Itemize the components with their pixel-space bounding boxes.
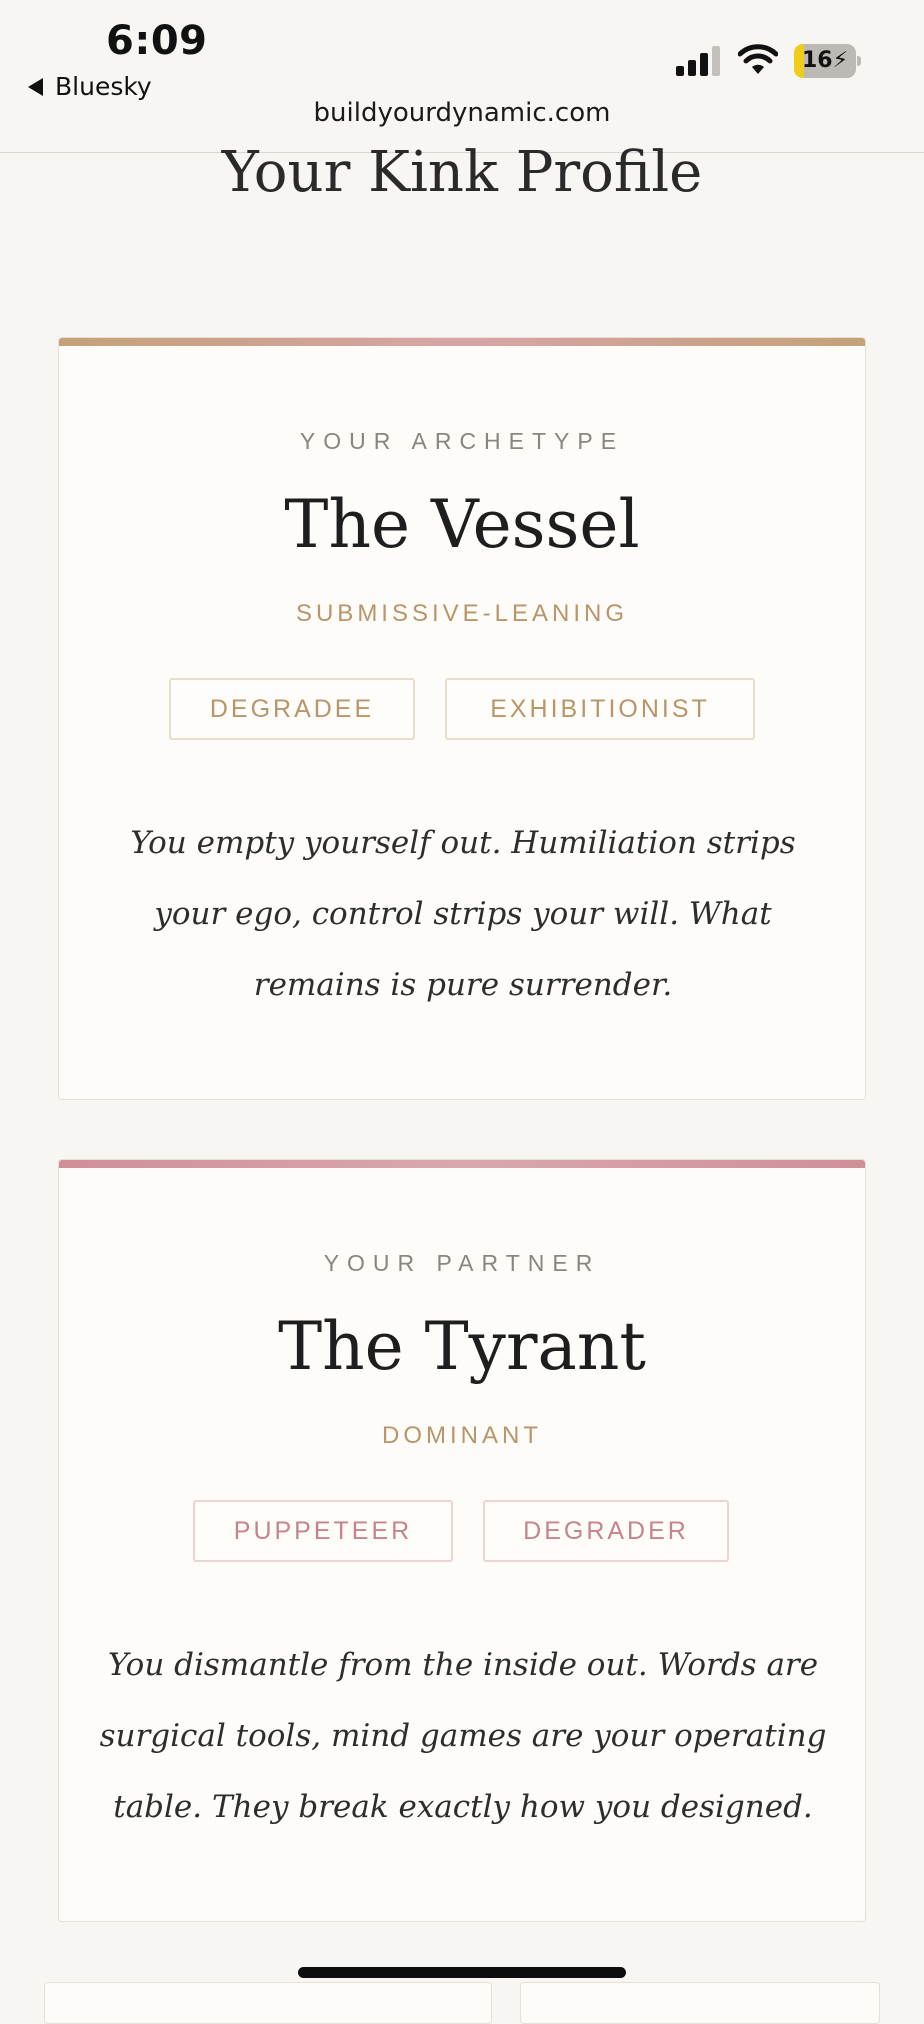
archetype-eyebrow: YOUR ARCHETYPE xyxy=(299,428,625,454)
cellular-signal-icon xyxy=(676,46,720,76)
status-bar: 6:09 Bluesky 16⚡ buildyourdynamic.com xyxy=(0,0,924,153)
wifi-icon xyxy=(738,44,778,74)
partner-tag: DEGRADER xyxy=(483,1500,729,1562)
archetype-description: You empty yourself out. Humiliation stri… xyxy=(130,825,796,1003)
archetype-name: The Vessel xyxy=(284,486,640,563)
archetype-tag: EXHIBITIONIST xyxy=(445,678,755,740)
status-time: 6:09 xyxy=(106,18,208,64)
partner-name: The Tyrant xyxy=(278,1308,646,1385)
partner-tag: PUPPETEER xyxy=(193,1500,453,1562)
next-card-left xyxy=(44,1982,492,2024)
battery-level-text: 16⚡ xyxy=(801,48,849,73)
partner-card: YOUR PARTNER The Tyrant DOMINANT PUPPETE… xyxy=(58,1159,866,1922)
page-title: Your Kink Profile xyxy=(221,140,703,205)
back-app-label: Bluesky xyxy=(55,72,152,101)
archetype-leaning: SUBMISSIVE-LEANING xyxy=(295,600,629,627)
card-accent-bar xyxy=(59,1160,865,1168)
home-indicator xyxy=(298,1967,626,1978)
back-arrow-icon xyxy=(28,77,43,96)
address-bar[interactable]: buildyourdynamic.com xyxy=(0,98,924,128)
partner-leaning: DOMINANT xyxy=(382,1422,542,1449)
partner-description: You dismantle from the inside out. Words… xyxy=(99,1647,827,1825)
card-accent-bar xyxy=(59,338,865,346)
back-to-app-button[interactable]: Bluesky xyxy=(28,72,152,101)
archetype-tag: DEGRADEE xyxy=(169,678,415,740)
battery-charging-icon: 16⚡ xyxy=(794,44,862,78)
partner-eyebrow: YOUR PARTNER xyxy=(323,1250,601,1276)
next-card-right xyxy=(520,1982,880,2024)
archetype-card: YOUR ARCHETYPE The Vessel SUBMISSIVE-LEA… xyxy=(58,337,866,1100)
